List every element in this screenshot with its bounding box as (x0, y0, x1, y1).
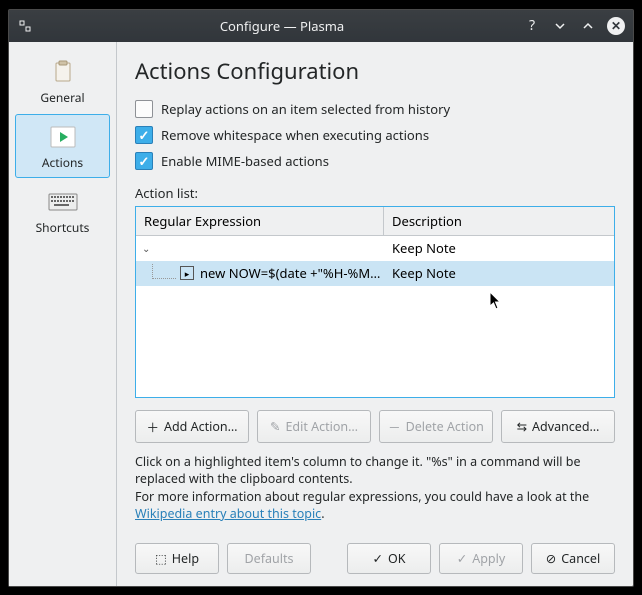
tree-child-desc[interactable]: Keep Note (384, 264, 614, 282)
wikipedia-link[interactable]: Wikipedia entry about this topic (135, 505, 321, 522)
sidebar-item-general[interactable]: General (15, 50, 110, 112)
ok-button[interactable]: ✓ OK (347, 543, 431, 574)
checkbox-remove-whitespace[interactable] (135, 126, 153, 144)
titlebar[interactable]: Configure — Plasma ? ✕ (9, 10, 633, 42)
checkbox-replay[interactable] (135, 100, 153, 118)
sidebar-item-label: Actions (42, 154, 83, 171)
settings-icon: ⇆ (517, 418, 527, 435)
sidebar-item-label: Shortcuts (36, 219, 90, 236)
checkbox-enable-mime[interactable] (135, 152, 153, 170)
help-text: Click on a highlighted item's column to … (135, 453, 615, 523)
pencil-icon: ✎ (270, 418, 280, 435)
sidebar-item-label: General (40, 89, 84, 106)
main-panel: Actions Configuration Replay actions on … (117, 42, 633, 586)
advanced-button[interactable]: ⇆ Advanced… (501, 410, 615, 443)
window-title: Configure — Plasma (41, 17, 523, 35)
tree-header: Regular Expression Description (136, 207, 614, 236)
help-button-titlebar[interactable]: ? (523, 17, 541, 35)
apply-button: ✓ Apply (439, 543, 523, 574)
check-icon: ✓ (457, 550, 467, 567)
maximize-button[interactable] (579, 17, 597, 35)
minus-icon: － (388, 417, 401, 436)
config-window: Configure — Plasma ? ✕ General (8, 9, 634, 587)
col-header-regex[interactable]: Regular Expression (136, 207, 384, 235)
checkbox-label: Replay actions on an item selected from … (161, 100, 450, 118)
col-header-description[interactable]: Description (384, 207, 614, 235)
checkbox-label: Enable MIME-based actions (161, 152, 329, 170)
app-menu-icon[interactable] (17, 18, 33, 34)
command-icon: ▸ (180, 266, 194, 280)
help-icon: ⬚ (155, 550, 167, 567)
delete-action-button: － Delete Action (379, 410, 493, 443)
add-action-button[interactable]: ＋ Add Action… (135, 410, 249, 443)
tree-branch-icon (152, 264, 176, 279)
tree-row-child[interactable]: ▸ new NOW=$(date +"%H-%M… Keep Note (136, 261, 614, 286)
dialog-buttons: ⬚ Help Defaults ✓ OK ✓ Apply ⊘ Cancel (135, 531, 615, 574)
window-controls: ? ✕ (523, 17, 625, 35)
tree-child-command[interactable]: new NOW=$(date +"%H-%M… (200, 264, 384, 282)
help-button[interactable]: ⬚ Help (135, 543, 219, 574)
tree-group-desc[interactable]: Keep Note (384, 239, 614, 257)
clipboard-icon (45, 58, 81, 86)
close-button[interactable]: ✕ (607, 17, 625, 35)
page-title: Actions Configuration (135, 56, 615, 86)
check-icon: ✓ (373, 550, 383, 567)
sidebar: General Actions Shortcuts (9, 42, 117, 586)
sidebar-item-shortcuts[interactable]: Shortcuts (15, 180, 110, 242)
cancel-icon: ⊘ (546, 550, 556, 567)
minimize-button[interactable] (551, 17, 569, 35)
cancel-button[interactable]: ⊘ Cancel (531, 543, 615, 574)
defaults-button: Defaults (227, 543, 311, 574)
tree-expander-icon[interactable]: ⌄ (142, 241, 156, 255)
action-list[interactable]: Regular Expression Description ⌄ Keep No… (135, 206, 615, 398)
plus-icon: ＋ (146, 417, 159, 436)
tree-row-group[interactable]: ⌄ Keep Note (136, 236, 614, 261)
checkbox-label: Remove whitespace when executing actions (161, 126, 429, 144)
action-list-label: Action list: (135, 184, 615, 202)
keyboard-icon (45, 188, 81, 216)
sidebar-item-actions[interactable]: Actions (15, 114, 110, 178)
action-buttons: ＋ Add Action… ✎ Edit Action… － Delete Ac… (135, 410, 615, 443)
edit-action-button: ✎ Edit Action… (257, 410, 371, 443)
play-icon (45, 123, 81, 151)
